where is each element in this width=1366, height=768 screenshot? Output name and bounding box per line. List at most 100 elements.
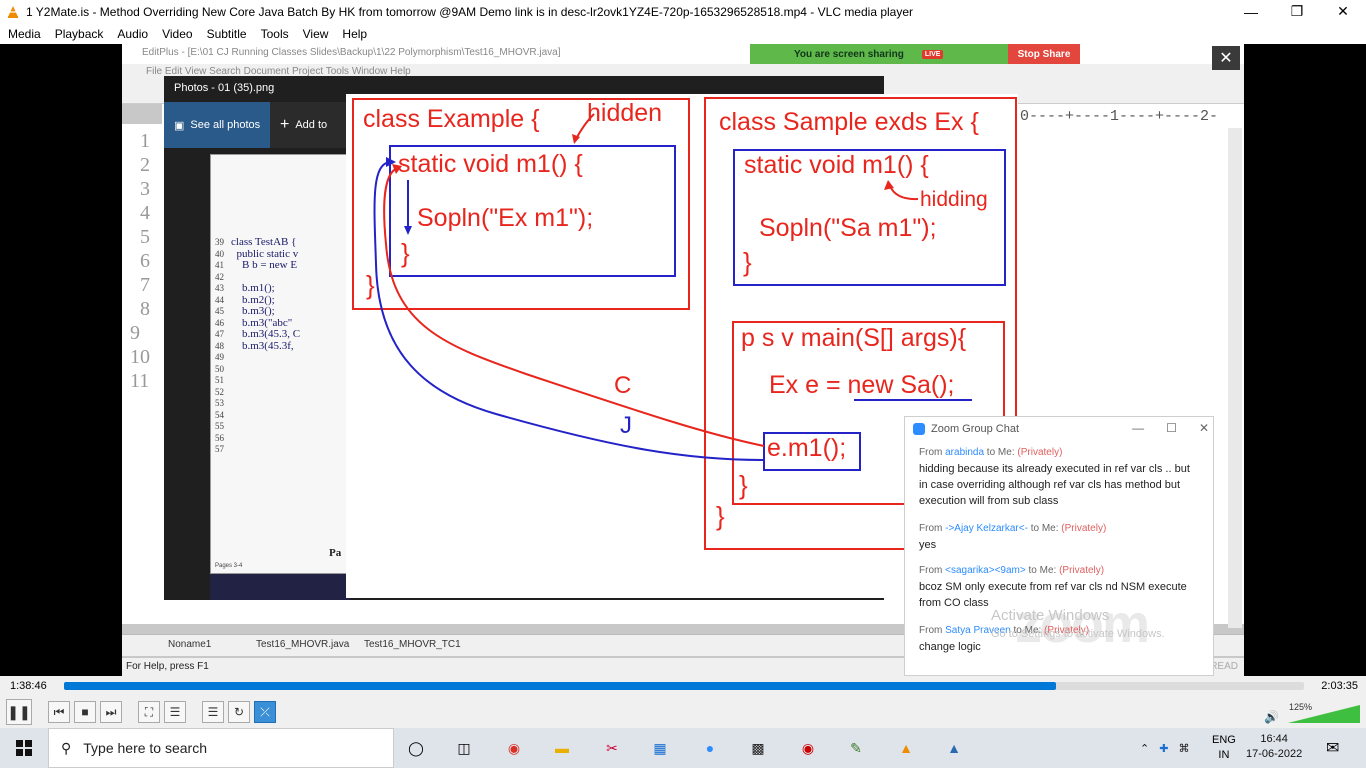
photos-taskbar-icon[interactable]: ▲ [942, 736, 966, 760]
see-all-label: See all photos [190, 119, 261, 131]
search-icon: ⚲ [61, 739, 72, 756]
editplus-gutter: 1 2 3 4 5 6 7 8 9 10 11 [122, 124, 162, 624]
add-to-button[interactable]: + Add to [280, 102, 327, 148]
clock-time: 16:44 [1260, 733, 1288, 745]
taskbar-search[interactable]: ⚲ Type here to search [48, 728, 394, 768]
editplus-icon[interactable]: ✎ [844, 736, 868, 760]
menu-subtitle[interactable]: Subtitle [200, 27, 254, 41]
search-placeholder: Type here to search [83, 740, 208, 756]
next-button[interactable]: ⏭ [100, 701, 122, 723]
label-c: C [614, 372, 632, 399]
chevron-up-icon[interactable]: ⌃ [1140, 742, 1149, 755]
wifi-icon[interactable]: ⌘ [1178, 742, 1189, 755]
line-number: 11 [130, 370, 150, 392]
tab-test16-mhovr-tc1: Test16_MHOVR_TC1 [364, 639, 461, 650]
status-read: READ [1210, 661, 1238, 672]
menu-help[interactable]: Help [335, 27, 374, 41]
clock[interactable]: 16:44 17-06-2022 [1246, 732, 1302, 762]
hidding-label: hidding [920, 188, 988, 211]
main-decl-new: new Sa(); [847, 371, 955, 399]
chat-window-controls: — ☐ ✕ [1132, 421, 1209, 435]
sample-method-close: } [743, 247, 752, 277]
chat-message: From arabinda to Me: (Privately) hidding… [919, 445, 1199, 509]
close-icon[interactable]: ✕ [1212, 46, 1240, 70]
shuffle-button[interactable]: ⤫ [254, 701, 276, 723]
title-bar: 1 Y2Mate.is - Method Overriding New Core… [0, 0, 1366, 23]
add-to-label: Add to [295, 119, 328, 131]
system-tray: ⌃ ✚ ⌘ [1140, 728, 1189, 768]
message-text: yes [919, 539, 937, 551]
notification-icon[interactable]: ✉ [1326, 738, 1339, 758]
menu-media[interactable]: Media [0, 27, 48, 41]
menu-audio[interactable]: Audio [110, 27, 155, 41]
playlist-button[interactable]: ☰ [202, 701, 224, 723]
line-number: 2 [140, 154, 150, 176]
stop-button[interactable]: ■ [74, 701, 96, 723]
extended-settings-button[interactable]: ☰ [164, 701, 186, 723]
seek-row: 1:38:46 2:03:35 [0, 676, 1366, 696]
editplus-ruler: 0----+----1----+----2- [1020, 108, 1219, 125]
chat-close-icon[interactable]: ✕ [1199, 421, 1209, 435]
line-number: 8 [140, 298, 150, 320]
menu-video[interactable]: Video [155, 27, 199, 41]
fullscreen-button[interactable]: ⛶ [138, 701, 160, 723]
to-label: to Me: [984, 447, 1018, 458]
vlc-taskbar-icon[interactable]: ▲ [894, 736, 918, 760]
close-button[interactable]: ✕ [1320, 0, 1366, 23]
task-view-icon[interactable]: ◫ [452, 736, 476, 760]
restore-button[interactable]: ❐ [1274, 0, 1320, 23]
loop-button[interactable]: ↻ [228, 701, 250, 723]
pause-button[interactable]: ❚❚ [6, 699, 32, 725]
line-number: 6 [140, 250, 150, 272]
sender-name: arabinda [945, 447, 985, 458]
video-area[interactable]: EditPlus - [E:\01 CJ Running Classes Sli… [0, 44, 1366, 676]
line-number: 5 [140, 226, 150, 248]
chrome-icon[interactable]: ◉ [502, 736, 526, 760]
minimize-button[interactable]: — [1228, 0, 1274, 23]
message-from: From ->Ajay Kelzarkar<- to Me: (Privatel… [919, 521, 1199, 537]
main-call: e.m1(); [767, 434, 847, 462]
language-indicator[interactable]: ENG IN [1212, 733, 1236, 763]
speaker-icon[interactable]: 🔊 [1264, 710, 1279, 724]
menu-tools[interactable]: Tools [254, 27, 296, 41]
video-frame: EditPlus - [E:\01 CJ Running Classes Sli… [122, 44, 1244, 676]
from-prefix: From [919, 447, 946, 458]
chat-header: Zoom Group Chat — ☐ ✕ [905, 417, 1215, 441]
see-all-photos-button[interactable]: ▣ See all photos [164, 102, 270, 148]
menu-playback[interactable]: Playback [48, 27, 111, 41]
language-code: ENG [1212, 734, 1236, 746]
hidden-label: hidden [587, 99, 663, 127]
menu-view[interactable]: View [296, 27, 336, 41]
file-explorer-icon[interactable]: ▬ [550, 736, 574, 760]
sample-sopln: Sopln("Sa m1"); [759, 214, 937, 242]
equalizer-icon: ☰ [169, 705, 181, 719]
seek-slider[interactable] [64, 682, 1304, 690]
recorder-icon[interactable]: ◉ [796, 736, 820, 760]
chat-maximize-icon[interactable]: ☐ [1166, 421, 1177, 435]
previous-button[interactable]: ⏮ [48, 701, 70, 723]
stop-share-button[interactable]: Stop Share [1008, 44, 1080, 64]
hidding-arrow [889, 185, 919, 201]
live-badge: LIVE [921, 49, 944, 59]
store-icon[interactable]: ▦ [648, 736, 672, 760]
from-prefix: From [919, 625, 946, 636]
window-title: 1 Y2Mate.is - Method Overriding New Core… [26, 4, 914, 19]
line-number: 4 [140, 202, 150, 224]
chat-message: From ->Ajay Kelzarkar<- to Me: (Privatel… [919, 521, 1199, 553]
zoom-icon[interactable]: ● [698, 736, 722, 760]
watermark-subtitle: Go to Settings to activate Windows. [991, 628, 1165, 640]
photo-taskbar [210, 574, 350, 600]
activate-windows-watermark: Activate Windows Go to Settings to activ… [991, 607, 1165, 643]
sticky-notes-icon[interactable]: ▩ [746, 736, 770, 760]
sender-name: ->Ajay Kelzarkar<- [945, 523, 1028, 534]
volume-slider[interactable] [1288, 705, 1360, 723]
doc-code: class TestAB { public static v B b = new… [231, 236, 301, 352]
flow-down-arrowhead [404, 226, 412, 235]
zoom-chat-window: Zoom Group Chat — ☐ ✕ zoom From arabinda… [904, 416, 1214, 676]
cortana-icon[interactable]: ◯ [404, 736, 428, 760]
add-icon[interactable]: ✚ [1159, 742, 1168, 755]
label-j: J [620, 412, 632, 439]
start-button[interactable] [0, 728, 48, 768]
chat-minimize-icon[interactable]: — [1132, 421, 1144, 435]
snipping-tool-icon[interactable]: ✂ [600, 736, 624, 760]
